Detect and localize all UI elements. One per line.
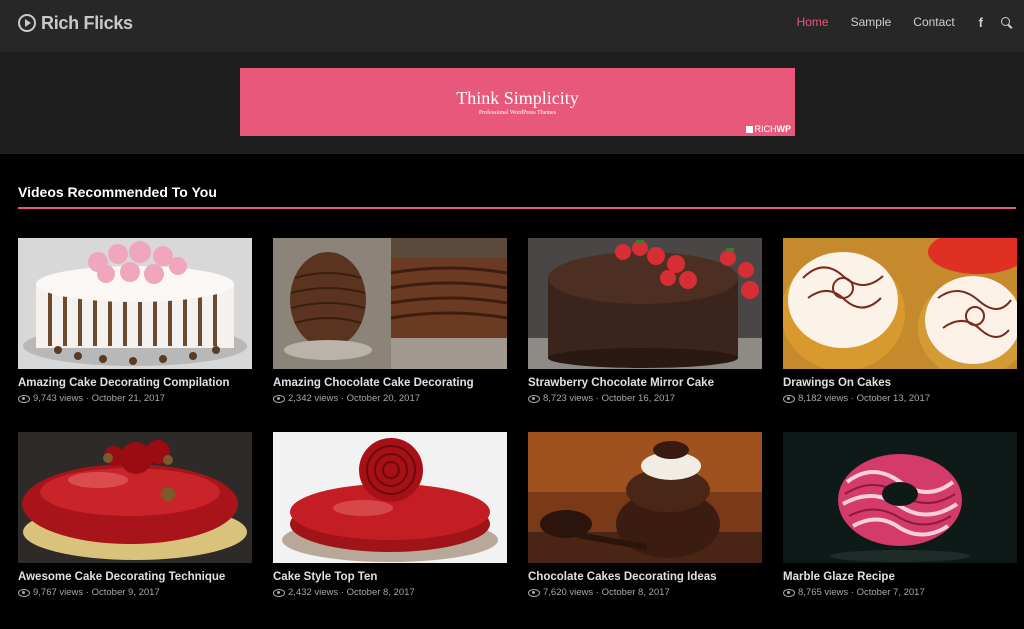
video-date: October 16, 2017 [601, 393, 676, 404]
site-title: Rich Flicks [41, 12, 133, 33]
banner-title: Think Simplicity [456, 88, 579, 108]
video-meta: 9,743 views · October 21, 2017 [18, 393, 252, 404]
video-views: 8,723 views [543, 393, 594, 404]
video-meta: 8,765 views · October 7, 2017 [783, 587, 1017, 598]
video-thumbnail[interactable] [18, 432, 252, 563]
facebook-icon[interactable]: f [979, 15, 983, 30]
video-thumbnail[interactable] [783, 432, 1017, 563]
video-title[interactable]: Amazing Cake Decorating Compilation [18, 377, 252, 389]
section-divider [18, 207, 1016, 209]
nav-contact[interactable]: Contact [913, 15, 954, 29]
brand-bold: WP [776, 124, 792, 134]
video-card[interactable]: Awesome Cake Decorating Technique 9,767 … [18, 432, 252, 598]
video-views: 7,620 views [543, 587, 594, 598]
video-title[interactable]: Cake Style Top Ten [273, 571, 507, 583]
play-circle-icon [18, 14, 36, 32]
banner-area: Think Simplicity Professional WordPress … [0, 52, 1024, 154]
video-meta: 7,620 views · October 8, 2017 [528, 587, 762, 598]
video-thumbnail[interactable] [528, 432, 762, 563]
video-card[interactable]: Drawings On Cakes 8,182 views · October … [783, 238, 1017, 404]
video-card[interactable]: Chocolate Cakes Decorating Ideas 7,620 v… [528, 432, 762, 598]
eye-icon [528, 588, 540, 597]
video-card[interactable]: Strawberry Chocolate Mirror Cake 8,723 v… [528, 238, 762, 404]
video-thumbnail[interactable] [273, 238, 507, 369]
eye-icon [783, 588, 795, 597]
video-views: 9,767 views [33, 587, 84, 598]
video-card[interactable]: Amazing Chocolate Cake Decorating 2,342 … [273, 238, 507, 404]
video-date: October 8, 2017 [601, 587, 670, 598]
video-title[interactable]: Marble Glaze Recipe [783, 571, 1017, 583]
eye-icon [273, 394, 285, 403]
section-title: Videos Recommended To You [18, 184, 217, 200]
video-date: October 20, 2017 [346, 393, 421, 404]
video-meta: 8,723 views · October 16, 2017 [528, 393, 762, 404]
site-logo[interactable]: Rich Flicks [18, 12, 133, 34]
video-thumbnail[interactable] [783, 238, 1017, 369]
video-card[interactable]: Amazing Cake Decorating Compilation 9,74… [18, 238, 252, 404]
eye-icon [18, 394, 30, 403]
main-nav: Home Sample Contact f [797, 0, 1024, 44]
video-card[interactable]: Cake Style Top Ten 2,432 views · October… [273, 432, 507, 598]
banner-brand: RICH WP [745, 124, 792, 134]
eye-icon [528, 394, 540, 403]
eye-icon [273, 588, 285, 597]
eye-icon [783, 394, 795, 403]
video-date: October 21, 2017 [91, 393, 166, 404]
banner-subtitle: Professional WordPress Themes [478, 110, 557, 116]
video-views: 9,743 views [33, 393, 84, 404]
video-date: October 9, 2017 [91, 587, 160, 598]
video-thumbnail[interactable] [18, 238, 252, 369]
video-views: 2,342 views [288, 393, 339, 404]
video-card[interactable]: Marble Glaze Recipe 8,765 views · Octobe… [783, 432, 1017, 598]
video-title[interactable]: Chocolate Cakes Decorating Ideas [528, 571, 762, 583]
video-meta: 8,182 views · October 13, 2017 [783, 393, 1017, 404]
video-date: October 7, 2017 [856, 587, 925, 598]
video-meta: 9,767 views · October 9, 2017 [18, 587, 252, 598]
nav-home[interactable]: Home [797, 15, 829, 29]
brand-light: RICH [754, 124, 777, 134]
video-title[interactable]: Awesome Cake Decorating Technique [18, 571, 252, 583]
video-views: 8,182 views [798, 393, 849, 404]
nav-sample[interactable]: Sample [851, 15, 892, 29]
ad-banner[interactable]: Think Simplicity Professional WordPress … [240, 68, 795, 136]
eye-icon [18, 588, 30, 597]
video-meta: 2,432 views · October 8, 2017 [273, 587, 507, 598]
video-title[interactable]: Amazing Chocolate Cake Decorating [273, 377, 507, 389]
video-meta: 2,342 views · October 20, 2017 [273, 393, 507, 404]
video-date: October 13, 2017 [856, 393, 931, 404]
video-title[interactable]: Strawberry Chocolate Mirror Cake [528, 377, 762, 389]
site-header: Rich Flicks Home Sample Contact f [0, 0, 1024, 52]
video-title[interactable]: Drawings On Cakes [783, 377, 1017, 389]
video-thumbnail[interactable] [273, 432, 507, 563]
video-views: 8,765 views [798, 587, 849, 598]
video-views: 2,432 views [288, 587, 339, 598]
video-thumbnail[interactable] [528, 238, 762, 369]
video-date: October 8, 2017 [346, 587, 415, 598]
brand-square-icon [745, 125, 753, 133]
search-icon[interactable] [1001, 16, 1012, 28]
